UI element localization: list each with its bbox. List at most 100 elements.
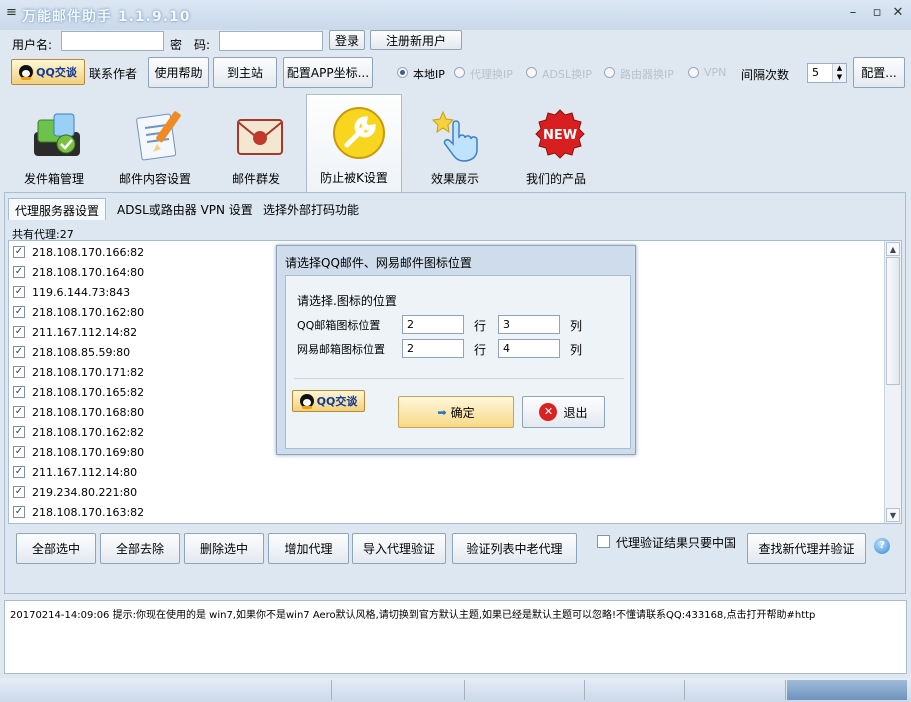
proxy-checkbox[interactable]: ✓ — [13, 486, 25, 498]
log-area[interactable]: 20170214-14:09:06 提示:你现在使用的是 win7,如果你不是w… — [4, 600, 907, 674]
proxy-address: 218.108.170.166:82 — [32, 245, 145, 259]
proxy-checkbox[interactable]: ✓ — [13, 366, 25, 378]
proxy-row[interactable]: ✓ 218.108.170.168:80 — [13, 404, 144, 420]
icon-position-dialog: 请选择QQ邮件、网易邮件图标位置 请选择.图标的位置 QQ邮箱图标位置 2 行 … — [276, 245, 636, 455]
proxy-row[interactable]: ✓ 211.167.112.14:82 — [13, 324, 137, 340]
toolbar-products[interactable]: NEW 我们的产品 — [508, 96, 604, 192]
dialog-heading: 请选择.图标的位置 — [297, 294, 397, 308]
toolbar-mail-content-label: 邮件内容设置 — [118, 172, 191, 186]
proxy-row[interactable]: ✓ 211.167.112.14:80 — [13, 464, 137, 480]
china-only-checkbox[interactable] — [597, 535, 610, 548]
delete-selected-button[interactable]: 删除选中 — [184, 533, 264, 564]
proxy-address: 218.108.170.163:82 — [32, 505, 145, 519]
netease-row-input[interactable]: 2 — [402, 339, 464, 358]
proxy-row[interactable]: ✓ 119.6.144.73:843 — [13, 284, 130, 300]
proxy-checkbox[interactable]: ✓ — [13, 246, 25, 258]
proxy-row[interactable]: ✓ 219.234.80.221:80 — [13, 484, 137, 500]
proxy-checkbox[interactable]: ✓ — [13, 426, 25, 438]
proxy-address: 218.108.170.168:80 — [32, 405, 145, 419]
proxy-list-scrollbar[interactable]: ▲ ▼ — [884, 241, 901, 523]
add-proxy-button[interactable]: 增加代理 — [268, 533, 349, 564]
proxy-checkbox[interactable]: ✓ — [13, 406, 25, 418]
proxy-address: 119.6.144.73:843 — [32, 285, 131, 299]
close-icon[interactable]: ✕ — [889, 5, 907, 20]
toolbar-mail-content[interactable]: 邮件内容设置 — [107, 96, 203, 192]
radio-local-ip-label: 本地IP — [413, 68, 445, 81]
radio-local-ip[interactable] — [397, 67, 408, 78]
verify-old-button[interactable]: 验证列表中老代理 — [452, 533, 577, 564]
proxy-row[interactable]: ✓ 218.108.170.171:82 — [13, 364, 144, 380]
netease-col-input[interactable]: 4 — [498, 339, 560, 358]
proxy-checkbox[interactable]: ✓ — [13, 286, 25, 298]
toolbar-anti-block[interactable]: 防止被K设置 — [306, 94, 402, 192]
tab-adsl-vpn[interactable]: ADSL或路由器 VPN 设置 — [111, 198, 259, 220]
interval-stepper[interactable]: 5 ▲ ▼ — [807, 63, 847, 83]
username-input[interactable] — [61, 31, 164, 51]
scroll-up-icon[interactable]: ▲ — [886, 242, 900, 256]
proxy-checkbox[interactable]: ✓ — [13, 506, 25, 518]
ok-button[interactable]: ➡ 确定 — [398, 396, 514, 428]
find-new-proxy-button[interactable]: 查找新代理并验证 — [747, 533, 866, 564]
status-segment — [465, 680, 585, 700]
restore-icon[interactable]: ▫ — [868, 5, 886, 20]
help-balloon-icon[interactable]: ? — [874, 538, 890, 554]
login-button[interactable]: 登录 — [329, 30, 365, 50]
arrow-right-icon: ➡ — [437, 405, 447, 419]
password-input[interactable] — [219, 31, 323, 51]
help-button[interactable]: 使用帮助 — [148, 57, 209, 88]
proxy-row[interactable]: ✓ 218.108.170.163:82 — [13, 504, 144, 520]
minimize-icon[interactable]: – — [844, 5, 862, 20]
radio-adsl-ip — [526, 67, 537, 78]
radio-adsl-ip-label: ADSL换IP — [542, 68, 592, 81]
proxy-row[interactable]: ✓ 218.108.170.162:82 — [13, 424, 144, 440]
proxy-row[interactable]: ✓ 218.108.85.59:80 — [13, 344, 130, 360]
register-button[interactable]: 注册新用户 — [370, 30, 462, 50]
qq-chat-button[interactable]: QQ交谈 — [11, 59, 85, 85]
proxy-checkbox[interactable]: ✓ — [13, 446, 25, 458]
config-button[interactable]: 配置... — [853, 57, 905, 88]
proxy-checkbox[interactable]: ✓ — [13, 466, 25, 478]
select-all-button[interactable]: 全部选中 — [16, 533, 96, 564]
scroll-down-icon[interactable]: ▼ — [886, 508, 900, 522]
status-segment — [332, 680, 465, 700]
wrench-icon — [333, 107, 385, 159]
proxy-checkbox[interactable]: ✓ — [13, 266, 25, 278]
exit-button[interactable]: ✕ 退出 — [522, 396, 605, 428]
config-app-button[interactable]: 配置APP坐标... — [283, 57, 373, 88]
proxy-row[interactable]: ✓ 218.108.170.162:80 — [13, 304, 144, 320]
radio-vpn-label: VPN — [704, 66, 727, 79]
dialog-title: 请选择QQ邮件、网易邮件图标位置 — [285, 256, 472, 270]
radio-proxy-ip-label: 代理换IP — [470, 68, 513, 81]
proxy-checkbox[interactable]: ✓ — [13, 326, 25, 338]
qq-col-input[interactable]: 3 — [498, 315, 560, 334]
qq-row-input[interactable]: 2 — [402, 315, 464, 334]
proxy-row[interactable]: ✓ 218.108.170.166:82 — [13, 244, 144, 260]
import-verify-button[interactable]: 导入代理验证 — [352, 533, 446, 564]
proxy-checkbox[interactable]: ✓ — [13, 306, 25, 318]
proxy-address: 218.108.170.165:82 — [32, 385, 145, 399]
proxy-row[interactable]: ✓ 218.108.170.164:80 — [13, 264, 144, 280]
toolbar-outbox[interactable]: 发件箱管理 — [6, 96, 102, 192]
dialog-divider — [294, 378, 624, 379]
stepper-up-icon[interactable]: ▲ — [832, 64, 846, 73]
deselect-all-button[interactable]: 全部去除 — [100, 533, 180, 564]
proxy-address: 218.108.170.162:80 — [32, 305, 145, 319]
new-badge-icon: NEW — [535, 109, 585, 159]
pointer-hand-icon — [431, 110, 478, 162]
password-label: 密 码: — [170, 38, 211, 52]
contact-author-link[interactable]: 联系作者 — [89, 65, 137, 82]
stepper-down-icon[interactable]: ▼ — [832, 73, 846, 82]
home-button[interactable]: 到主站 — [213, 57, 277, 88]
dialog-qq-chat-button[interactable]: QQ交谈 — [292, 390, 365, 412]
toolbar-effect[interactable]: 效果展示 — [407, 96, 503, 192]
qq-col-unit: 列 — [570, 319, 583, 333]
proxy-checkbox[interactable]: ✓ — [13, 386, 25, 398]
tab-captcha[interactable]: 选择外部打码功能 — [257, 198, 365, 220]
tab-proxy-settings[interactable]: 代理服务器设置 — [8, 198, 107, 220]
proxy-row[interactable]: ✓ 218.108.170.169:80 — [13, 444, 144, 460]
proxy-row[interactable]: ✓ 218.108.170.165:82 — [13, 384, 144, 400]
proxy-checkbox[interactable]: ✓ — [13, 346, 25, 358]
system-menu-icon[interactable]: ≡ — [6, 5, 17, 20]
scroll-thumb[interactable] — [886, 257, 900, 385]
toolbar-mass-mail[interactable]: 邮件群发 — [208, 96, 304, 192]
